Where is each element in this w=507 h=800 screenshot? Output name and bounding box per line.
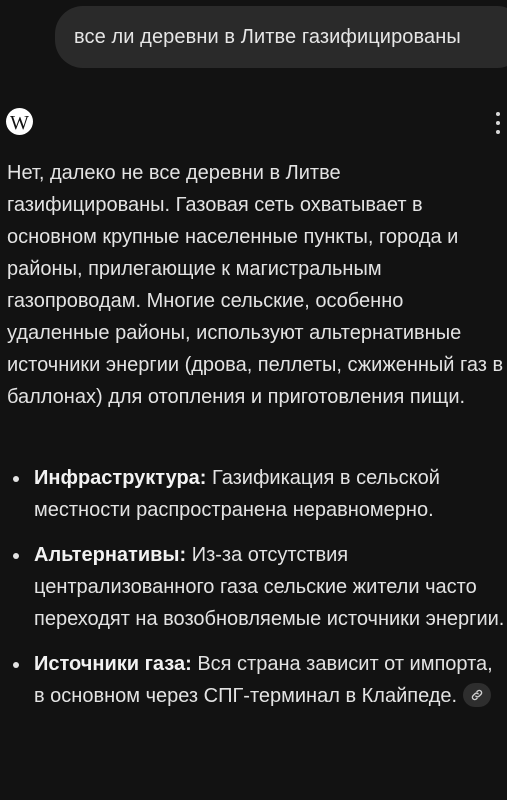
bullet-title: Инфраструктура: (34, 467, 207, 489)
user-query-bubble[interactable]: все ли деревни в Литве газифицированы (55, 6, 507, 68)
answer-intro: Нет, далеко не все деревни в Литве газиф… (7, 162, 504, 408)
answer-bullet-list: Инфраструктура: Газификация в сельской м… (0, 462, 507, 712)
source-row: W (6, 108, 506, 138)
bullet-dot (13, 553, 19, 559)
wikipedia-icon[interactable]: W (6, 108, 33, 135)
bullet-dot (13, 662, 19, 668)
link-icon[interactable] (463, 682, 492, 707)
answer-text: Нет, далеко не все деревни в Литве газиф… (7, 157, 505, 413)
bullet-item-infrastructure: Инфраструктура: Газификация в сельской м… (0, 462, 507, 526)
user-query-text: все ли деревни в Литве газифицированы (74, 25, 461, 48)
bullet-item-gas-sources: Источники газа: Вся страна зависит от им… (0, 648, 507, 712)
bullet-title: Источники газа: (34, 653, 192, 675)
bullet-dot (13, 476, 19, 482)
wikipedia-icon-letter: W (10, 111, 29, 134)
bullet-title: Альтернативы: (34, 544, 187, 566)
more-vertical-icon[interactable] (494, 112, 502, 134)
bullet-item-alternatives: Альтернативы: Из-за отсутствия централиз… (0, 539, 507, 635)
